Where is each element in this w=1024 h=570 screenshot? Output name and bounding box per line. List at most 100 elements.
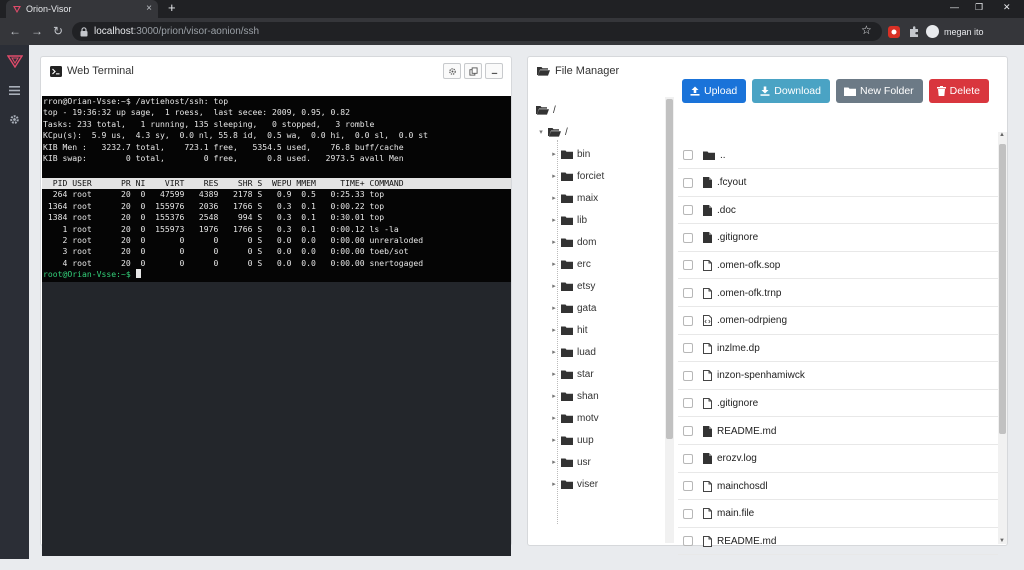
tree-folder-item[interactable]: ▸ uup [550, 429, 593, 451]
tree-folder-item[interactable]: ▸ star [550, 363, 593, 385]
file-select-checkbox[interactable] [683, 481, 693, 492]
upload-button[interactable]: Upload [682, 79, 747, 103]
caret-right-icon[interactable]: ▸ [550, 150, 558, 158]
terminal-settings-button[interactable] [443, 63, 461, 79]
terminal-copy-button[interactable] [464, 63, 482, 79]
file-select-checkbox[interactable] [683, 343, 693, 354]
caret-right-icon[interactable]: ▸ [550, 304, 558, 312]
download-button[interactable]: Download [752, 79, 830, 103]
gear-icon[interactable] [0, 106, 29, 132]
scroll-down-icon[interactable]: ▼ [999, 538, 1005, 544]
address-bar[interactable]: localhost:3000/prion/visor-aonion/ssh [72, 22, 882, 41]
terminal-line: rron@Orian-Vsse:~$ /avtiehost/ssh: top [43, 96, 229, 106]
file-select-checkbox[interactable] [683, 453, 693, 464]
tree-scrollbar-thumb[interactable] [666, 99, 673, 439]
extensions-puzzle-icon[interactable] [908, 25, 920, 37]
minimize-button[interactable]: — [950, 2, 959, 12]
tree-folder-item[interactable]: ▸ lib [550, 209, 587, 231]
terminal-minimize-button[interactable] [485, 63, 503, 79]
tree-folder-item[interactable]: ▸ luad [550, 341, 596, 363]
folder-icon [561, 348, 573, 357]
file-row[interactable]: inzon-spenhamiwck [678, 363, 998, 390]
tree-folder-item[interactable]: ▸ forciet [550, 165, 604, 187]
file-row[interactable]: .omen-ofk.trnp [678, 280, 998, 307]
profile-button[interactable]: megan ito [926, 22, 984, 41]
caret-right-icon[interactable]: ▸ [550, 194, 558, 202]
caret-right-icon[interactable]: ▸ [550, 282, 558, 290]
file-list-scrollbar-thumb[interactable] [999, 144, 1006, 434]
file-select-checkbox[interactable] [683, 536, 693, 547]
folder-icon [561, 414, 573, 423]
new-tab-button[interactable]: + [168, 1, 176, 15]
file-row[interactable]: .gitignore [678, 390, 998, 418]
caret-right-icon[interactable]: ▸ [550, 238, 558, 246]
caret-right-icon[interactable]: ▸ [550, 436, 558, 444]
file-row[interactable]: .omen-ofk.sop [678, 252, 998, 280]
file-select-checkbox[interactable] [683, 508, 693, 519]
file-select-checkbox[interactable] [683, 177, 693, 188]
close-window-button[interactable]: ✕ [1003, 2, 1011, 13]
tree-folder-item[interactable]: ▸ bin [550, 143, 590, 165]
tree-folder-item[interactable]: ▸ viser [550, 473, 598, 495]
trash-icon [936, 86, 946, 96]
scroll-up-icon[interactable]: ▲ [999, 132, 1005, 138]
forward-icon[interactable]: → [31, 24, 43, 38]
file-row[interactable]: main.file [678, 501, 998, 528]
file-select-checkbox[interactable] [683, 288, 693, 298]
terminal-screen[interactable]: rron@Orian-Vsse:~$ /avtiehost/ssh: top t… [42, 96, 511, 556]
file-row[interactable]: .gitignore [678, 225, 998, 252]
tree-folder-item[interactable]: ▸ dom [550, 231, 596, 253]
tree-sub-root[interactable]: ▾ / [537, 121, 568, 143]
caret-right-icon[interactable]: ▸ [550, 260, 558, 268]
orion-logo-icon[interactable] [0, 48, 29, 74]
caret-right-icon[interactable]: ▸ [550, 392, 558, 400]
file-row[interactable]: README.md [678, 418, 998, 445]
tree-folder-item[interactable]: ▸ etsy [550, 275, 595, 297]
reload-icon[interactable]: ↻ [53, 24, 63, 38]
tree-scrollbar[interactable] [665, 97, 674, 543]
tree-folder-item[interactable]: ▸ maix [550, 187, 598, 209]
file-row[interactable]: mainchosdl [678, 473, 998, 501]
file-select-checkbox[interactable] [683, 315, 693, 326]
caret-right-icon[interactable]: ▸ [550, 216, 558, 224]
maximize-button[interactable]: ❐ [975, 2, 983, 13]
delete-button[interactable]: Delete [928, 79, 990, 103]
file-row[interactable]: .omen-odrpieng [678, 308, 998, 335]
file-row[interactable]: erozv.log [678, 446, 998, 473]
file-select-checkbox[interactable] [683, 232, 693, 243]
caret-right-icon[interactable]: ▸ [550, 370, 558, 378]
file-select-checkbox[interactable] [683, 260, 693, 271]
file-row[interactable]: .. [678, 142, 998, 169]
tree-folder-item[interactable]: ▸ erc [550, 253, 591, 275]
tab-close-icon[interactable]: × [146, 3, 152, 14]
bookmark-star-icon[interactable]: ☆ [861, 23, 872, 37]
file-select-checkbox[interactable] [683, 426, 693, 436]
browser-tab[interactable]: Orion-Visor × [6, 0, 158, 18]
tree-folder-item[interactable]: ▸ usr [550, 451, 591, 473]
file-list-scrollbar[interactable]: ▲ ▼ [998, 132, 1007, 544]
new-folder-button[interactable]: New Folder [835, 79, 923, 103]
tree-folder-item[interactable]: ▸ motv [550, 407, 598, 429]
caret-right-icon[interactable]: ▸ [550, 414, 558, 422]
tree-root[interactable]: / [536, 99, 556, 121]
file-select-checkbox[interactable] [683, 150, 693, 160]
file-select-checkbox[interactable] [683, 205, 693, 216]
file-row[interactable]: README.md [678, 528, 998, 556]
caret-right-icon[interactable]: ▸ [550, 458, 558, 466]
caret-right-icon[interactable]: ▸ [550, 480, 558, 488]
file-row[interactable]: .doc [678, 197, 998, 225]
tree-folder-item[interactable]: ▸ shan [550, 385, 598, 407]
back-icon[interactable]: ← [9, 24, 21, 38]
extension-record-icon[interactable] [888, 25, 900, 38]
orion-logo-icon [12, 4, 22, 14]
file-row[interactable]: inzlme.dp [678, 335, 998, 363]
tree-folder-item[interactable]: ▸ hit [550, 319, 587, 341]
caret-right-icon[interactable]: ▸ [550, 348, 558, 356]
file-row[interactable]: .fcyout [678, 170, 998, 197]
tree-folder-item[interactable]: ▸ gata [550, 297, 596, 319]
file-select-checkbox[interactable] [683, 370, 693, 381]
menu-icon[interactable] [0, 77, 29, 103]
caret-right-icon[interactable]: ▸ [550, 172, 558, 180]
file-select-checkbox[interactable] [683, 398, 693, 409]
caret-right-icon[interactable]: ▸ [550, 326, 558, 334]
